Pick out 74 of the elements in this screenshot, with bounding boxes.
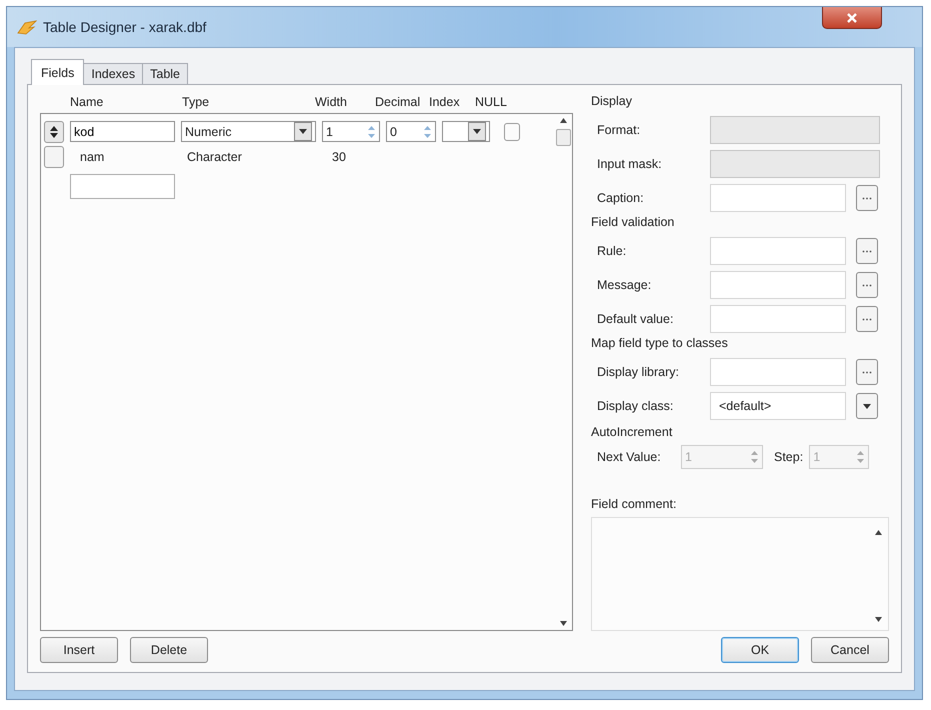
text-field[interactable]: [710, 271, 846, 299]
column-header: Decimal: [375, 95, 422, 109]
dialog-button[interactable]: Delete: [130, 637, 208, 663]
text-field[interactable]: [710, 358, 846, 386]
null-checkbox[interactable]: [504, 122, 520, 140]
scroll-down-icon: [560, 621, 566, 626]
field-label: Input mask:: [597, 157, 663, 171]
dropdown-arrow-icon: [473, 129, 481, 134]
index-dropdown[interactable]: [442, 121, 490, 142]
field-label: Rule:: [597, 244, 628, 258]
field-label: Display class:: [597, 399, 674, 413]
tab[interactable]: Table: [142, 63, 188, 84]
class-dropdown[interactable]: <default>: [710, 392, 846, 420]
table-cell-text: Character: [186, 150, 243, 164]
comment-field[interactable]: [591, 517, 889, 631]
scroll-up-icon: [560, 118, 566, 123]
field-label: Display library:: [597, 365, 680, 379]
decimal-spinner[interactable]: 0: [386, 121, 436, 142]
ok-button[interactable]: OK: [721, 637, 799, 663]
field-label: Default value:: [597, 312, 674, 326]
dropdown-button[interactable]: [856, 393, 878, 419]
width-spinner[interactable]: 1: [322, 121, 380, 142]
move-icon: [50, 126, 58, 138]
table-cell-text: nam: [79, 150, 106, 164]
spinner-arrows-icon: [367, 124, 376, 138]
column-header: Name: [70, 95, 104, 109]
ellipsis-icon: [862, 196, 872, 200]
field-label: Caption:: [597, 191, 645, 205]
text-field[interactable]: [710, 305, 846, 333]
builder-button[interactable]: [856, 306, 878, 332]
field-label: Step:: [774, 450, 804, 464]
column-header: Width: [315, 95, 348, 109]
dialog-button[interactable]: Insert: [40, 637, 118, 663]
scroll-down-icon: [875, 617, 882, 622]
builder-button[interactable]: [856, 185, 878, 211]
scroll-up-icon: [875, 530, 882, 535]
spinner-arrows-icon: [856, 450, 866, 464]
builder-button[interactable]: [856, 359, 878, 385]
close-button[interactable]: [822, 7, 882, 29]
group-heading: AutoIncrement: [591, 425, 674, 441]
field-label: Message:: [597, 278, 652, 292]
dropdown-arrow-icon: [863, 404, 871, 408]
group-heading: Field validation: [591, 215, 676, 231]
spinner-arrows-icon: [750, 450, 759, 464]
type-dropdown[interactable]: Numeric: [181, 121, 316, 142]
window-title: Table Designer - xarak.dbf: [43, 19, 206, 35]
ellipsis-icon: [862, 250, 872, 252]
builder-button[interactable]: [856, 238, 878, 264]
text-field[interactable]: [710, 184, 846, 212]
row-selector[interactable]: [44, 120, 64, 142]
column-header: Type: [182, 95, 210, 109]
scroll-thumb[interactable]: [556, 129, 570, 146]
group-heading: Display: [591, 94, 633, 110]
builder-button[interactable]: [856, 272, 878, 298]
group-heading: Map field type to classes: [591, 336, 729, 352]
column-header: Index: [429, 95, 461, 109]
tab[interactable]: Fields: [31, 59, 84, 85]
spinner-arrows-icon: [423, 124, 432, 138]
dialog-button[interactable]: Cancel: [811, 637, 889, 663]
field-label: Format:: [597, 123, 642, 137]
column-header: NULL: [475, 95, 507, 109]
name-input[interactable]: kod: [70, 121, 175, 142]
table-designer-icon: [17, 19, 37, 35]
table-cell-text: 30: [331, 150, 347, 164]
name-input[interactable]: [70, 174, 175, 199]
ellipsis-icon: [862, 318, 872, 320]
dropdown-arrow-icon: [299, 129, 307, 134]
tab[interactable]: Indexes: [83, 63, 144, 84]
ellipsis-icon: [862, 284, 872, 286]
field-label: Field comment:: [591, 497, 678, 513]
text-field[interactable]: [710, 237, 846, 265]
close-icon: [846, 12, 858, 24]
ellipsis-icon: [862, 370, 872, 374]
field-label: Next Value:: [597, 450, 662, 464]
